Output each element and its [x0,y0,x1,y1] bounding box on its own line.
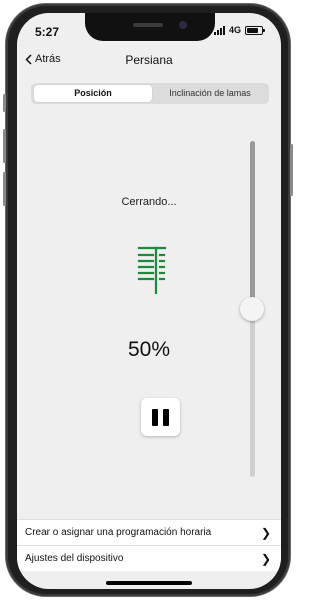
battery-icon [245,25,265,35]
tab-inclinacion-lamas[interactable]: Inclinación de lamas [152,85,268,102]
list-item-label: Ajustes del dispositivo [25,553,124,564]
power-button [290,144,293,196]
nav-bar: Atrás Persiana [17,53,281,73]
mute-switch [3,94,6,112]
chevron-right-icon: ❯ [260,525,271,540]
blind-closing-icon [137,246,167,295]
status-time: 5:27 [35,25,60,39]
tab-posicion[interactable]: Posición [34,85,152,102]
list-item-device-settings[interactable]: Ajustes del dispositivo ❯ [17,545,281,571]
segmented-control: Posición Inclinación de lamas [31,83,269,104]
pause-icon-bar [163,409,169,426]
status-text: Cerrando... [121,196,177,208]
speaker [133,23,163,27]
camera [179,21,187,29]
volume-down-button [3,172,6,206]
signal-icon [213,25,225,35]
pause-icon [152,409,158,426]
list-item-label: Crear o asignar una programación horaria [25,527,212,538]
screen: 5:27 4G Atrás Persiana Posición Inclinac… [17,13,281,589]
status-indicators: 4G [213,25,265,35]
settings-list: Crear o asignar una programación horaria… [17,519,281,571]
position-percent: 50% [127,338,171,361]
pause-button[interactable] [141,398,180,436]
page-title: Persiana [125,53,173,67]
list-item-schedule[interactable]: Crear o asignar una programación horaria… [17,519,281,545]
slider-thumb[interactable] [240,297,264,321]
slider-fill [250,141,255,309]
home-indicator[interactable] [106,581,192,585]
notch [85,13,215,41]
network-type: 4G [228,25,241,35]
chevron-right-icon: ❯ [260,551,271,566]
phone-frame: 5:27 4G Atrás Persiana Posición Inclinac… [3,4,293,596]
volume-up-button [3,129,6,163]
